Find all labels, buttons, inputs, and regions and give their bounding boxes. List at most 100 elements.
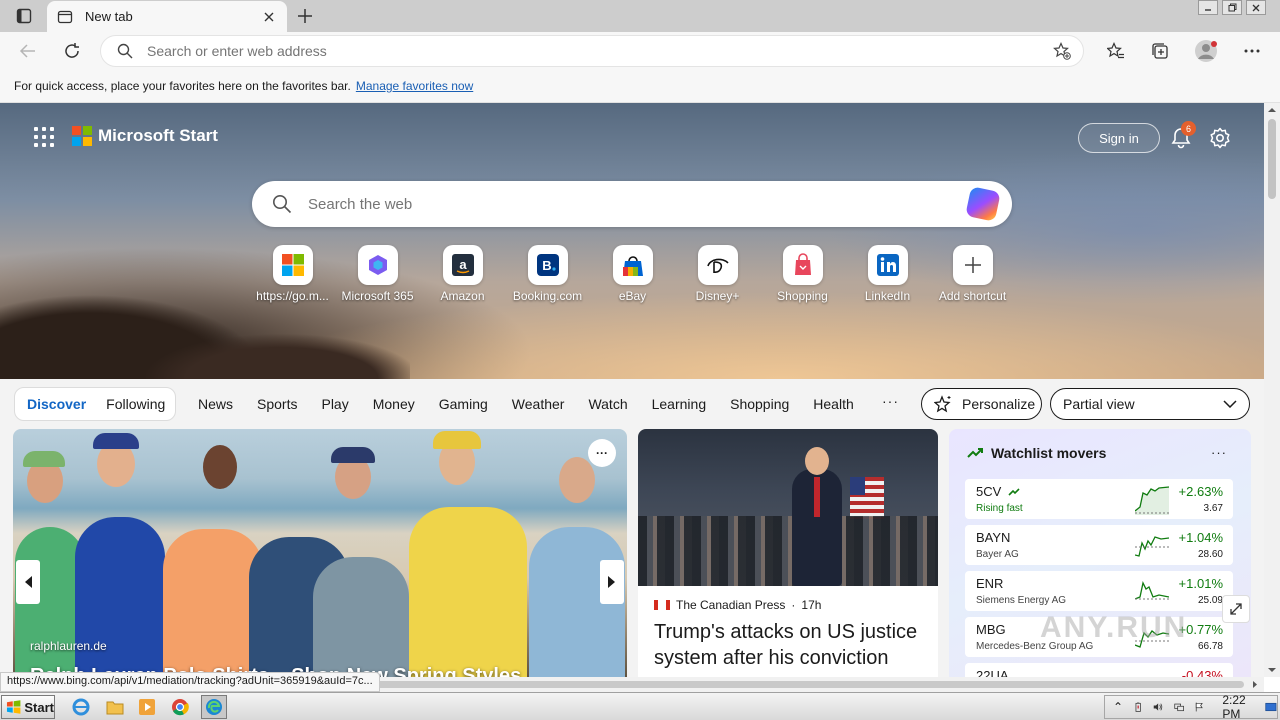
expand-button[interactable] xyxy=(1222,595,1250,623)
watchlist-options-button[interactable]: ··· xyxy=(1211,445,1227,460)
collections-button[interactable] xyxy=(1146,38,1174,64)
show-desktop-icon[interactable] xyxy=(1265,701,1277,713)
profile-button[interactable] xyxy=(1192,38,1220,64)
shortcut-shopping[interactable]: Shopping xyxy=(760,245,845,303)
file-explorer-icon[interactable] xyxy=(102,695,128,719)
category-money[interactable]: Money xyxy=(373,396,415,412)
gear-icon xyxy=(1210,127,1230,149)
tab-following[interactable]: Following xyxy=(106,396,165,412)
taskbar: Start ⌃ 2:22 PM xyxy=(0,692,1280,720)
more-categories-button[interactable]: ··· xyxy=(882,393,899,409)
category-shopping[interactable]: Shopping xyxy=(730,396,789,412)
feed-view-select[interactable]: Partial view xyxy=(1050,388,1250,420)
personalize-button[interactable]: Personalize xyxy=(921,388,1042,420)
shortcut-go-microsoft[interactable]: https://go.m... xyxy=(250,245,335,303)
browser-tab[interactable]: New tab xyxy=(47,1,287,32)
refresh-button[interactable] xyxy=(58,37,86,65)
card-options-button[interactable]: ··· xyxy=(588,439,616,467)
close-window-button[interactable] xyxy=(1246,0,1266,15)
restore-button[interactable] xyxy=(1222,0,1242,15)
stock-row[interactable]: BAYN Bayer AG +1.04% 28.60 xyxy=(965,525,1233,565)
category-watch[interactable]: Watch xyxy=(588,396,627,412)
vertical-scrollbar[interactable] xyxy=(1264,103,1280,677)
new-tab-page-icon xyxy=(57,9,73,25)
settings-and-more-button[interactable] xyxy=(1238,38,1266,64)
stock-row[interactable]: 22UA -0.43% xyxy=(965,663,1233,677)
media-player-icon[interactable] xyxy=(134,695,160,719)
stock-price: 25.09 xyxy=(1197,595,1223,606)
carousel-prev-button[interactable] xyxy=(16,560,40,604)
collections-icon xyxy=(1152,43,1168,59)
more-horizontal-icon xyxy=(1244,49,1260,53)
new-tab-button[interactable] xyxy=(292,4,318,28)
ebay-icon xyxy=(612,245,653,285)
category-sports[interactable]: Sports xyxy=(257,396,297,412)
chevron-down-icon xyxy=(1223,400,1237,408)
app-launcher-button[interactable] xyxy=(32,125,56,149)
stock-row[interactable]: ENR Siemens Energy AG +1.01% 25.09 xyxy=(965,571,1233,611)
favorites-button[interactable] xyxy=(1102,38,1130,64)
back-button[interactable] xyxy=(14,37,42,65)
new-tab-page: Microsoft Start Sign in 6 https://go.m..… xyxy=(0,103,1264,677)
close-tab-icon[interactable] xyxy=(261,9,277,25)
chevron-right-icon xyxy=(608,576,615,588)
sparkle-star-icon xyxy=(934,395,951,413)
sponsored-carousel-card[interactable]: ··· ralphlauren.de Ralph Lauren Polo Shi… xyxy=(13,429,627,677)
trending-icon xyxy=(967,448,983,458)
tab-actions-button[interactable] xyxy=(8,4,40,28)
shortcut-microsoft-365[interactable]: Microsoft 365 xyxy=(335,245,420,303)
feed-navigation: Discover Following News Sports Play Mone… xyxy=(0,379,1264,427)
address-input[interactable] xyxy=(147,43,1053,59)
news-image xyxy=(638,429,938,586)
category-weather[interactable]: Weather xyxy=(512,396,565,412)
add-favorite-icon[interactable] xyxy=(1053,42,1071,60)
favorites-icon xyxy=(1107,42,1124,59)
vertical-scroll-thumb[interactable] xyxy=(1268,119,1276,199)
stock-row[interactable]: 5CV Rising fast +2.63% 3.67 xyxy=(965,479,1233,519)
edge-icon[interactable] xyxy=(201,695,227,719)
category-play[interactable]: Play xyxy=(321,396,348,412)
shortcut-label: Shopping xyxy=(777,289,828,303)
chrome-icon[interactable] xyxy=(167,695,193,719)
network-icon[interactable] xyxy=(1174,700,1184,714)
shopping-bag-icon xyxy=(782,245,823,285)
shortcut-linkedin[interactable]: LinkedIn xyxy=(845,245,930,303)
add-shortcut-button[interactable]: Add shortcut xyxy=(930,245,1015,303)
volume-icon[interactable] xyxy=(1153,700,1163,714)
shortcut-ebay[interactable]: eBay xyxy=(590,245,675,303)
copilot-icon[interactable] xyxy=(965,186,1001,222)
shortcut-amazon[interactable]: a Amazon xyxy=(420,245,505,303)
news-headline[interactable]: Trump's attacks on US justice system aft… xyxy=(654,619,926,671)
shortcut-disney-plus[interactable]: Disney+ xyxy=(675,245,760,303)
news-source: The Canadian Press · 17h xyxy=(654,598,821,612)
category-news[interactable]: News xyxy=(198,396,233,412)
windows-logo-icon xyxy=(272,245,313,285)
address-bar[interactable] xyxy=(100,35,1084,67)
tray-expand-icon[interactable]: ⌃ xyxy=(1113,700,1123,714)
tab-discover[interactable]: Discover xyxy=(27,396,86,412)
stock-symbol: BAYN xyxy=(976,530,1011,545)
category-gaming[interactable]: Gaming xyxy=(439,396,488,412)
news-card[interactable]: The Canadian Press · 17h Trump's attacks… xyxy=(638,429,938,677)
web-search-input[interactable] xyxy=(308,195,968,213)
action-center-flag-icon[interactable] xyxy=(1194,700,1204,714)
minimize-button[interactable] xyxy=(1198,0,1218,15)
start-button[interactable]: Start xyxy=(1,695,55,719)
stock-symbol: 5CV xyxy=(976,484,1020,499)
stock-change: +2.63% xyxy=(1178,484,1223,499)
sign-in-button[interactable]: Sign in xyxy=(1078,123,1160,153)
svg-text:a: a xyxy=(459,257,467,272)
battery-alert-icon[interactable] xyxy=(1133,700,1143,714)
page-settings-button[interactable] xyxy=(1206,123,1234,153)
manage-favorites-link[interactable]: Manage favorites now xyxy=(356,79,473,93)
browser-toolbar xyxy=(0,32,1280,70)
shortcut-booking[interactable]: B Booking.com xyxy=(505,245,590,303)
internet-explorer-icon[interactable] xyxy=(68,695,94,719)
carousel-next-button[interactable] xyxy=(600,560,624,604)
category-health[interactable]: Health xyxy=(813,396,853,412)
clock: 2:22 PM xyxy=(1222,693,1246,720)
category-learning[interactable]: Learning xyxy=(652,396,707,412)
brand[interactable]: Microsoft Start xyxy=(72,126,218,146)
web-search-box[interactable] xyxy=(252,181,1012,227)
us-flag-icon xyxy=(850,477,884,519)
